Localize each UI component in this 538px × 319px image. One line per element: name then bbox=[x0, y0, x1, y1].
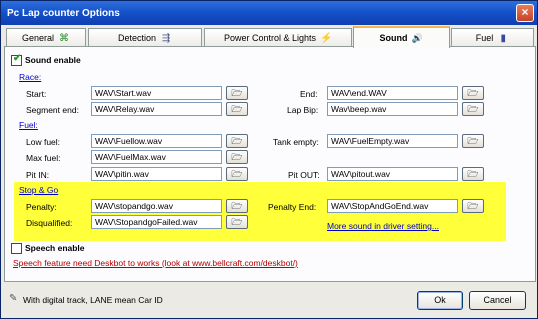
end-browse-button[interactable]: 🗁 bbox=[462, 86, 484, 100]
tab-sound[interactable]: Sound 🔊 bbox=[353, 26, 450, 48]
low-fuel-browse-button[interactable]: 🗁 bbox=[226, 134, 248, 148]
penalty-sound-field[interactable]: WAV\stopandgo.wav bbox=[91, 199, 222, 213]
end-label: End: bbox=[300, 89, 318, 99]
speech-enable-checkbox[interactable] bbox=[11, 243, 22, 254]
lap-bip-browse-button[interactable]: 🗁 bbox=[462, 102, 484, 116]
folder-icon: 🗁 bbox=[467, 136, 479, 146]
sound-enable-checkbox[interactable]: ✔ bbox=[11, 53, 22, 66]
penalty-label: Penalty: bbox=[26, 202, 57, 212]
detection-icon: ⇶ bbox=[161, 32, 171, 44]
tab-strip: General ⌘ Detection ⇶ Power Control & Li… bbox=[4, 26, 536, 48]
fuel-section-header: Fuel: bbox=[19, 120, 38, 130]
low-fuel-label: Low fuel: bbox=[26, 137, 61, 147]
penalty-browse-button[interactable]: 🗁 bbox=[226, 199, 248, 213]
fuel-pump-icon: ▮ bbox=[500, 32, 506, 44]
pit-out-label: Pit OUT: bbox=[288, 170, 320, 180]
window-title: Pc Lap counter Options bbox=[7, 7, 120, 19]
tab-power-control-lights[interactable]: Power Control & Lights ⚡ bbox=[204, 28, 352, 47]
close-window-button[interactable]: × bbox=[516, 4, 534, 22]
disqualified-browse-button[interactable]: 🗁 bbox=[226, 215, 248, 229]
folder-icon: 🗁 bbox=[231, 201, 243, 211]
low-fuel-sound-field[interactable]: WAV\Fuellow.wav bbox=[91, 134, 222, 148]
speech-deskbot-note-link[interactable]: Speech feature need Deskbot to works (lo… bbox=[13, 258, 298, 268]
tools-icon: ✎ bbox=[9, 293, 18, 304]
disqualified-sound-field[interactable]: WAV\StopandgoFailed.wav bbox=[91, 215, 222, 229]
cancel-button[interactable]: Cancel bbox=[469, 291, 526, 310]
general-grid-icon: ⌘ bbox=[59, 32, 70, 44]
stop-and-go-header: Stop & Go bbox=[19, 185, 59, 195]
more-sound-link[interactable]: More sound in driver setting... bbox=[327, 221, 439, 231]
segment-end-browse-button[interactable]: 🗁 bbox=[226, 102, 248, 116]
sound-panel: ✔ Sound enable Race: Start: WAV\Start.wa… bbox=[4, 46, 536, 282]
folder-icon: 🗁 bbox=[231, 104, 243, 114]
end-sound-field[interactable]: WAV\end.WAV bbox=[327, 86, 458, 100]
folder-icon: 🗁 bbox=[467, 169, 479, 179]
penalty-end-sound-field[interactable]: WAV\StopAndGoEnd.wav bbox=[327, 199, 458, 213]
disqualified-label: Disqualified: bbox=[26, 218, 73, 228]
pit-in-label: Pit IN: bbox=[26, 170, 50, 180]
pit-in-sound-field[interactable]: WAV\pitin.wav bbox=[91, 167, 222, 181]
lap-bip-sound-field[interactable]: Wav\beep.wav bbox=[327, 102, 458, 116]
lightning-icon: ⚡ bbox=[320, 32, 333, 44]
pit-in-browse-button[interactable]: 🗁 bbox=[226, 167, 248, 181]
folder-icon: 🗁 bbox=[231, 136, 243, 146]
folder-icon: 🗁 bbox=[231, 217, 243, 227]
tab-detection[interactable]: Detection ⇶ bbox=[88, 28, 202, 47]
start-label: Start: bbox=[26, 89, 47, 99]
max-fuel-sound-field[interactable]: WAV\FuelMax.wav bbox=[91, 150, 222, 164]
folder-icon: 🗁 bbox=[467, 201, 479, 211]
start-sound-field[interactable]: WAV\Start.wav bbox=[91, 86, 222, 100]
folder-icon: 🗁 bbox=[467, 104, 479, 114]
race-section-header: Race: bbox=[19, 72, 42, 82]
title-bar: Pc Lap counter Options × bbox=[1, 1, 537, 25]
tank-empty-label: Tank empty: bbox=[273, 137, 319, 147]
segment-end-sound-field[interactable]: WAV\Relay.wav bbox=[91, 102, 222, 116]
folder-icon: 🗁 bbox=[231, 152, 243, 162]
folder-icon: 🗁 bbox=[231, 88, 243, 98]
speech-enable-label: Speech enable bbox=[25, 243, 85, 253]
pit-out-sound-field[interactable]: WAV\pitout.wav bbox=[327, 167, 458, 181]
digital-track-hint: With digital track, LANE mean Car ID bbox=[23, 295, 163, 305]
options-window: Pc Lap counter Options × General ⌘ Detec… bbox=[0, 0, 538, 319]
lap-bip-label: Lap Bip: bbox=[287, 105, 319, 115]
start-browse-button[interactable]: 🗁 bbox=[226, 86, 248, 100]
max-fuel-label: Max fuel: bbox=[26, 153, 61, 163]
tab-general[interactable]: General ⌘ bbox=[6, 28, 86, 47]
penalty-end-browse-button[interactable]: 🗁 bbox=[462, 199, 484, 213]
ok-button[interactable]: Ok bbox=[417, 291, 463, 310]
tank-empty-sound-field[interactable]: WAV\FuelEmpty.wav bbox=[327, 134, 458, 148]
max-fuel-browse-button[interactable]: 🗁 bbox=[226, 150, 248, 164]
sound-enable-label: Sound enable bbox=[25, 55, 81, 65]
segment-end-label: Segment end: bbox=[26, 105, 79, 115]
tab-fuel[interactable]: Fuel ▮ bbox=[451, 28, 534, 47]
pit-out-browse-button[interactable]: 🗁 bbox=[462, 167, 484, 181]
folder-icon: 🗁 bbox=[231, 169, 243, 179]
tank-empty-browse-button[interactable]: 🗁 bbox=[462, 134, 484, 148]
penalty-end-label: Penalty End: bbox=[268, 202, 317, 212]
speaker-icon: 🔊 bbox=[411, 32, 424, 43]
folder-icon: 🗁 bbox=[467, 88, 479, 98]
